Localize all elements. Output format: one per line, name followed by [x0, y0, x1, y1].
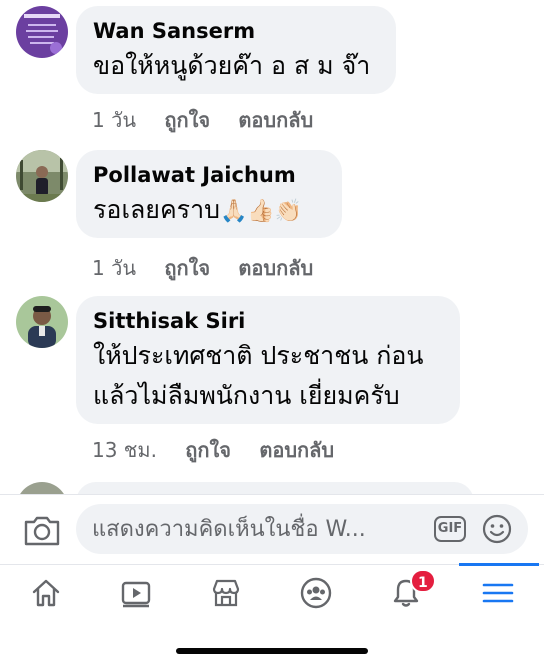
- comment-author[interactable]: Wan Sanserm: [93, 18, 380, 44]
- comment-composer: GIF: [0, 494, 544, 564]
- comment-meta: 1 วัน ถูกใจ ตอบกลับ: [92, 252, 335, 284]
- comment-text-line: ให้ประเทศชาติ ประชาชน ก่อน: [93, 341, 424, 370]
- like-button[interactable]: ถูกใจ: [164, 256, 210, 280]
- camera-icon[interactable]: [22, 512, 62, 548]
- marketplace-icon[interactable]: [196, 573, 256, 613]
- comment-meta: 1 วัน ถูกใจ ตอบกลับ: [92, 104, 335, 136]
- reply-button[interactable]: ตอบกลับ: [238, 256, 313, 280]
- active-tab-indicator: [459, 563, 539, 566]
- home-indicator: [176, 648, 368, 654]
- comment-author[interactable]: Sitthisak Siri: [93, 308, 444, 334]
- comment-bubble: Pollawat Jaichum รอเลยคราบ🙏🏻👍🏻👏🏻: [76, 150, 342, 238]
- home-icon[interactable]: [16, 573, 76, 613]
- gif-button[interactable]: GIF: [434, 516, 466, 542]
- comment-bubble: Wan Sanserm ขอให้หนูด้วยค๊า อ ส ม จ๊า: [76, 6, 396, 94]
- like-button[interactable]: ถูกใจ: [185, 438, 231, 462]
- notification-badge: 1: [410, 569, 436, 593]
- reply-button[interactable]: ตอบกลับ: [238, 108, 313, 132]
- comment-meta: 13 ชม. ถูกใจ ตอบกลับ: [92, 434, 356, 466]
- comment-time[interactable]: 1 วัน: [92, 256, 136, 280]
- emoji-group: 🙏🏻👍🏻👏🏻: [220, 199, 303, 224]
- comment-bubble: Sitthisak Siri ให้ประเทศชาติ ประชาชน ก่อ…: [76, 296, 460, 424]
- comment-text-line: แล้วไม่ลืมพนักงาน เยี่ยมครับ: [93, 381, 400, 410]
- comment-bubble: [76, 482, 474, 494]
- menu-icon[interactable]: [468, 573, 528, 613]
- comment-text: ขอให้หนูด้วยค๊า อ ส ม จ๊า: [93, 51, 371, 80]
- purple-poster-avatar: [16, 6, 68, 58]
- comment-input[interactable]: [92, 510, 422, 548]
- video-icon[interactable]: [106, 573, 166, 613]
- comment-text: รอเลยคราบ🙏🏻👍🏻👏🏻: [93, 195, 303, 224]
- avatar[interactable]: [16, 296, 68, 348]
- man-portrait-avatar: [16, 296, 68, 348]
- avatar[interactable]: [16, 482, 68, 494]
- notifications-icon[interactable]: 1: [376, 569, 436, 613]
- smiley-icon[interactable]: [482, 514, 512, 544]
- comment-input-container: GIF: [76, 504, 528, 554]
- comment-list: Wan Sanserm ขอให้หนูด้วยค๊า อ ส ม จ๊า 1 …: [0, 0, 544, 494]
- avatar[interactable]: [16, 150, 68, 202]
- forest-person-avatar: [16, 150, 68, 202]
- comment-time[interactable]: 13 ชม.: [92, 438, 157, 462]
- groups-icon[interactable]: [286, 573, 346, 613]
- like-button[interactable]: ถูกใจ: [164, 108, 210, 132]
- reply-button[interactable]: ตอบกลับ: [259, 438, 334, 462]
- comment-author[interactable]: Pollawat Jaichum: [93, 162, 326, 188]
- comment-time[interactable]: 1 วัน: [92, 108, 136, 132]
- avatar[interactable]: [16, 6, 68, 58]
